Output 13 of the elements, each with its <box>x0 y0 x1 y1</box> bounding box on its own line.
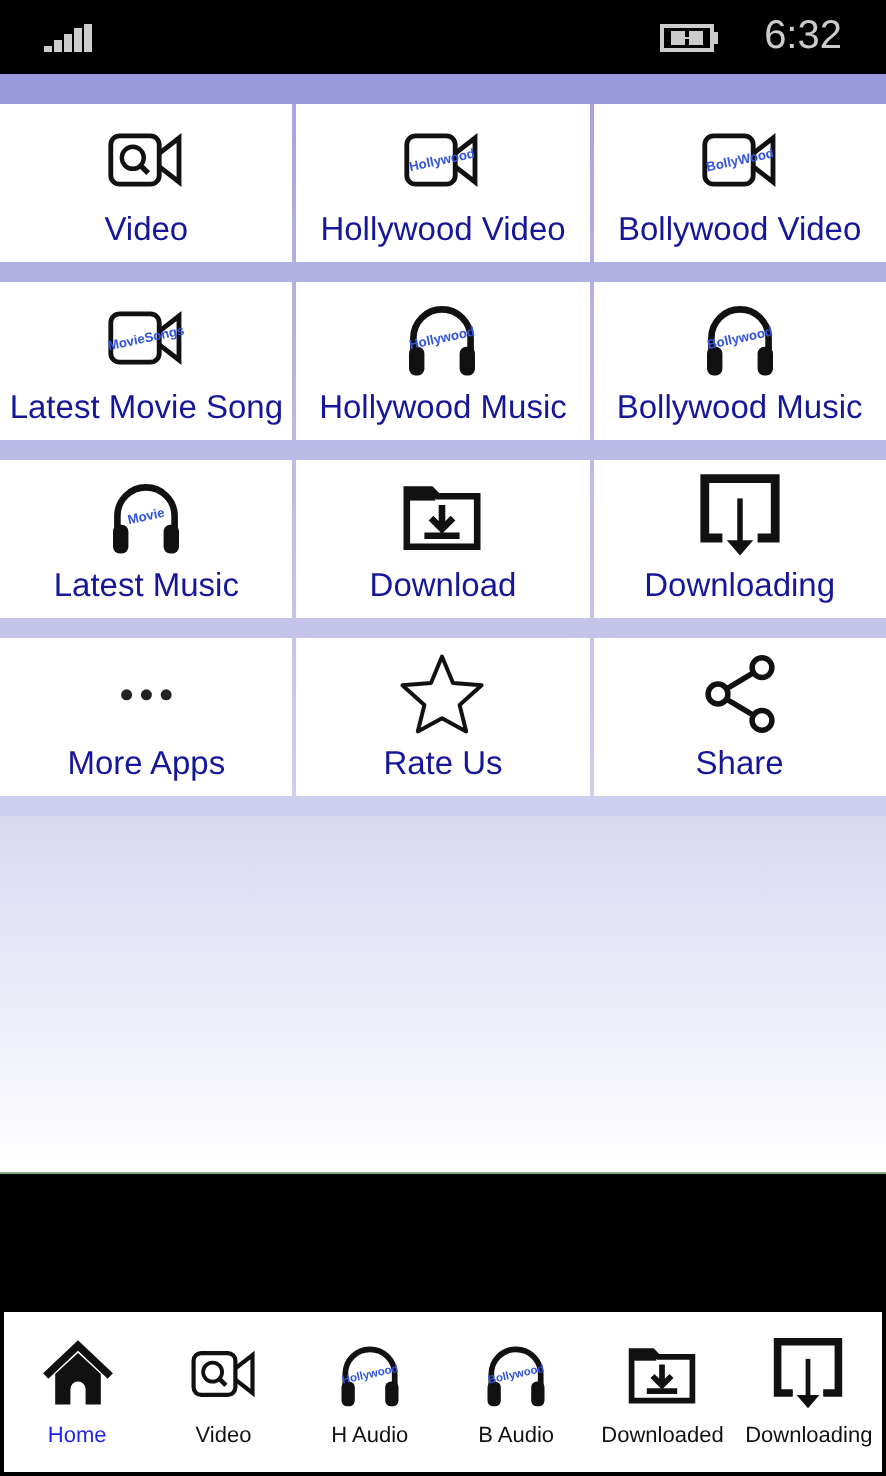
download-tray-icon <box>770 1336 847 1412</box>
menu-tile[interactable]: Share <box>593 638 886 796</box>
signal-icon <box>44 23 96 51</box>
menu-tile[interactable]: Video <box>0 104 293 262</box>
more-icon <box>119 685 173 703</box>
menu-tile[interactable]: Downloading <box>593 460 886 618</box>
menu-tile[interactable]: Download <box>296 460 590 618</box>
battery-charging-icon <box>660 21 721 53</box>
clock-time: 6:32 <box>764 14 842 60</box>
menu-tile[interactable]: Rate Us <box>296 638 590 796</box>
download-tray-icon <box>695 472 784 560</box>
star-icon <box>398 650 487 738</box>
menu-tile[interactable]: More Apps <box>0 638 293 796</box>
